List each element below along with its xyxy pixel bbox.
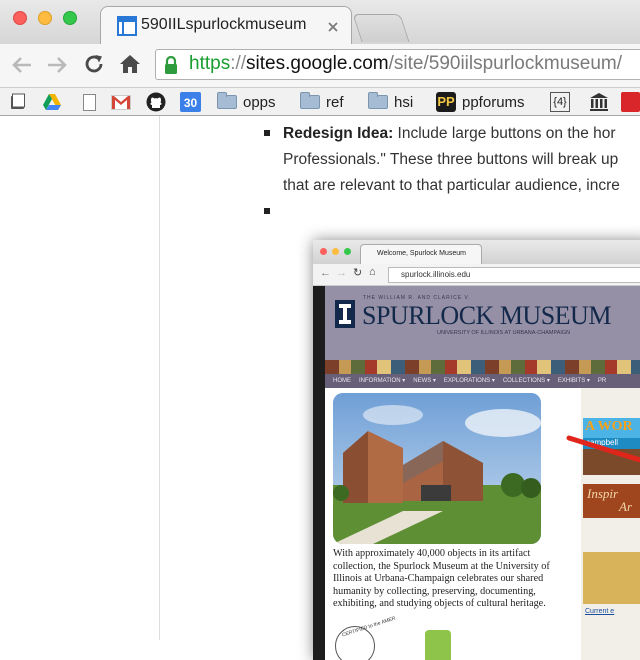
embedded-close-light: [320, 248, 327, 255]
bookmark-google-calendar[interactable]: 30: [180, 88, 201, 116]
embedded-bottom-logos: CERTIFIED to the AMER: [333, 616, 593, 660]
bookmark-ppforums[interactable]: PP ppforums: [436, 88, 525, 116]
bookmarks-bar: 30 opps ref hsi PP ppforums {4}: [0, 88, 640, 116]
embedded-home-icon: ⌂: [369, 266, 376, 278]
bookmark-google-drive[interactable]: [42, 88, 62, 116]
embedded-nav-item: EXHIBITS ▾: [557, 378, 590, 384]
tab-active[interactable]: 590IILspurlockmuseum: [100, 6, 352, 46]
zoom-window-button[interactable]: [63, 11, 77, 25]
back-arrow-icon[interactable]: [10, 55, 34, 75]
bullet-text-line-2: Professionals." These three buttons will…: [283, 151, 619, 168]
museum-building-photo: [333, 393, 541, 544]
embedded-artifact-banner: [325, 360, 640, 374]
embedded-right-column: A WOR campbell Inspir Ar Current e: [566, 388, 640, 660]
bookmark-github[interactable]: [146, 88, 166, 116]
json-icon: {4}: [550, 92, 570, 112]
museum-photo-illustration: [333, 393, 541, 544]
illinois-block-i-logo: [335, 300, 355, 328]
embedded-museum-caption: With approximately 40,000 objects in its…: [333, 548, 550, 609]
new-tab-button[interactable]: [352, 14, 410, 42]
embedded-reload-icon: ↻: [353, 267, 363, 279]
folder-icon: [368, 92, 388, 109]
embedded-address-bar: spurlock.illinois.edu: [388, 267, 640, 283]
embedded-current-link: Current e: [585, 608, 615, 615]
embedded-back-icon: ←: [320, 267, 331, 279]
bullet-marker: [264, 130, 270, 136]
bookmark-label: ref: [326, 93, 344, 111]
forward-arrow-icon[interactable]: [45, 55, 69, 75]
github-icon: [146, 92, 166, 112]
embedded-minimize-light: [332, 248, 339, 255]
url-scheme: https: [189, 53, 231, 74]
bookmark-apps[interactable]: [10, 88, 26, 116]
embedded-nav-item: HOME: [333, 378, 351, 384]
bookmark-gmail[interactable]: [111, 88, 131, 116]
bookmark-red-app[interactable]: [621, 88, 640, 116]
embedded-zoom-light: [344, 248, 351, 255]
folder-icon: [217, 92, 237, 109]
redesign-idea-label: Redesign Idea:: [283, 125, 394, 142]
embedded-screenshot: Welcome, Spurlock Museum ← → ↻ ⌂ spurloc…: [313, 240, 640, 660]
google-drive-icon: [43, 94, 61, 110]
embedded-tab-title: Welcome, Spurlock Museum: [377, 250, 466, 257]
minimize-window-button[interactable]: [38, 11, 52, 25]
embedded-promo-text-2: Ar: [619, 499, 632, 514]
bookmark-folder-opps[interactable]: opps: [217, 88, 276, 116]
url-host: sites.google.com: [246, 53, 389, 74]
embedded-nav-bar: HOME INFORMATION ▾ NEWS ▾ EXPLORATIONS ▾ COL…: [325, 374, 640, 388]
page-icon: [83, 93, 96, 111]
home-icon[interactable]: [118, 53, 142, 75]
address-bar[interactable]: https://sites.google.com/site/590iilspur…: [155, 49, 640, 80]
bookmark-label: ppforums: [462, 93, 525, 111]
embedded-university-line: UNIVERSITY OF ILLINOIS AT URBANA-CHAMPAI…: [437, 330, 571, 336]
embedded-nav-item: INFORMATION ▾: [359, 378, 406, 384]
lock-icon: [165, 55, 177, 74]
embedded-nav-item: NEWS ▾: [413, 378, 436, 384]
embedded-nav-item: EXPLORATIONS ▾: [443, 378, 495, 384]
gmail-icon: [111, 94, 131, 110]
bullet-marker: [264, 208, 270, 214]
embedded-forward-icon: →: [336, 267, 347, 279]
bookmark-json[interactable]: {4}: [550, 88, 570, 116]
reload-icon[interactable]: [83, 53, 105, 75]
embedded-promo-text: Inspir: [587, 486, 619, 501]
embedded-nav-item: COLLECTIONS ▾: [502, 378, 550, 384]
bookmark-museum[interactable]: [589, 88, 609, 116]
sidebar-gutter: [0, 116, 160, 640]
ppforums-logo-icon: PP: [436, 92, 456, 112]
bullet-text-line-1: Redesign Idea: Include large buttons on …: [283, 121, 616, 147]
bullet-text: Include large buttons on the hor: [393, 125, 616, 142]
museum-building-icon: [590, 93, 608, 111]
bookmark-folder-ref[interactable]: ref: [300, 88, 344, 116]
bookmarks-book-icon: [11, 93, 25, 109]
url-path: /site/590iilspurlockmuseum/: [388, 53, 622, 74]
embedded-book-thumbnail: [583, 552, 640, 604]
url-separator: ://: [230, 53, 247, 74]
calendar-icon: 30: [180, 92, 201, 112]
folder-icon: [300, 92, 320, 109]
bookmark-label: hsi: [394, 93, 414, 111]
google-sites-page-icon: [117, 16, 137, 36]
url-text[interactable]: https://sites.google.com/site/590iilspur…: [189, 53, 622, 75]
embedded-url: spurlock.illinois.edu: [401, 270, 471, 279]
embedded-site-header: THE WILLIAM R. AND CLARICE V. SPURLOCK M…: [325, 286, 640, 360]
bullet-text-line-3: that are relevant to that particular aud…: [283, 177, 620, 194]
green-graphic: [425, 630, 451, 660]
bookmark-folder-hsi[interactable]: hsi: [368, 88, 413, 116]
tab-title: 590IILspurlockmuseum: [141, 16, 307, 33]
close-window-button[interactable]: [13, 11, 27, 25]
close-icon[interactable]: [327, 21, 339, 33]
bookmark-label: opps: [243, 93, 276, 111]
embedded-museum-name: SPURLOCK MUSEUM: [362, 301, 611, 330]
red-app-icon: [621, 92, 640, 112]
bookmark-page[interactable]: [83, 88, 96, 116]
embedded-tab: Welcome, Spurlock Museum: [360, 244, 482, 264]
red-annotation-arrow: [566, 435, 640, 463]
embedded-promo-inspire: Inspir Ar: [583, 484, 640, 518]
embedded-nav-item: PR: [597, 378, 607, 384]
